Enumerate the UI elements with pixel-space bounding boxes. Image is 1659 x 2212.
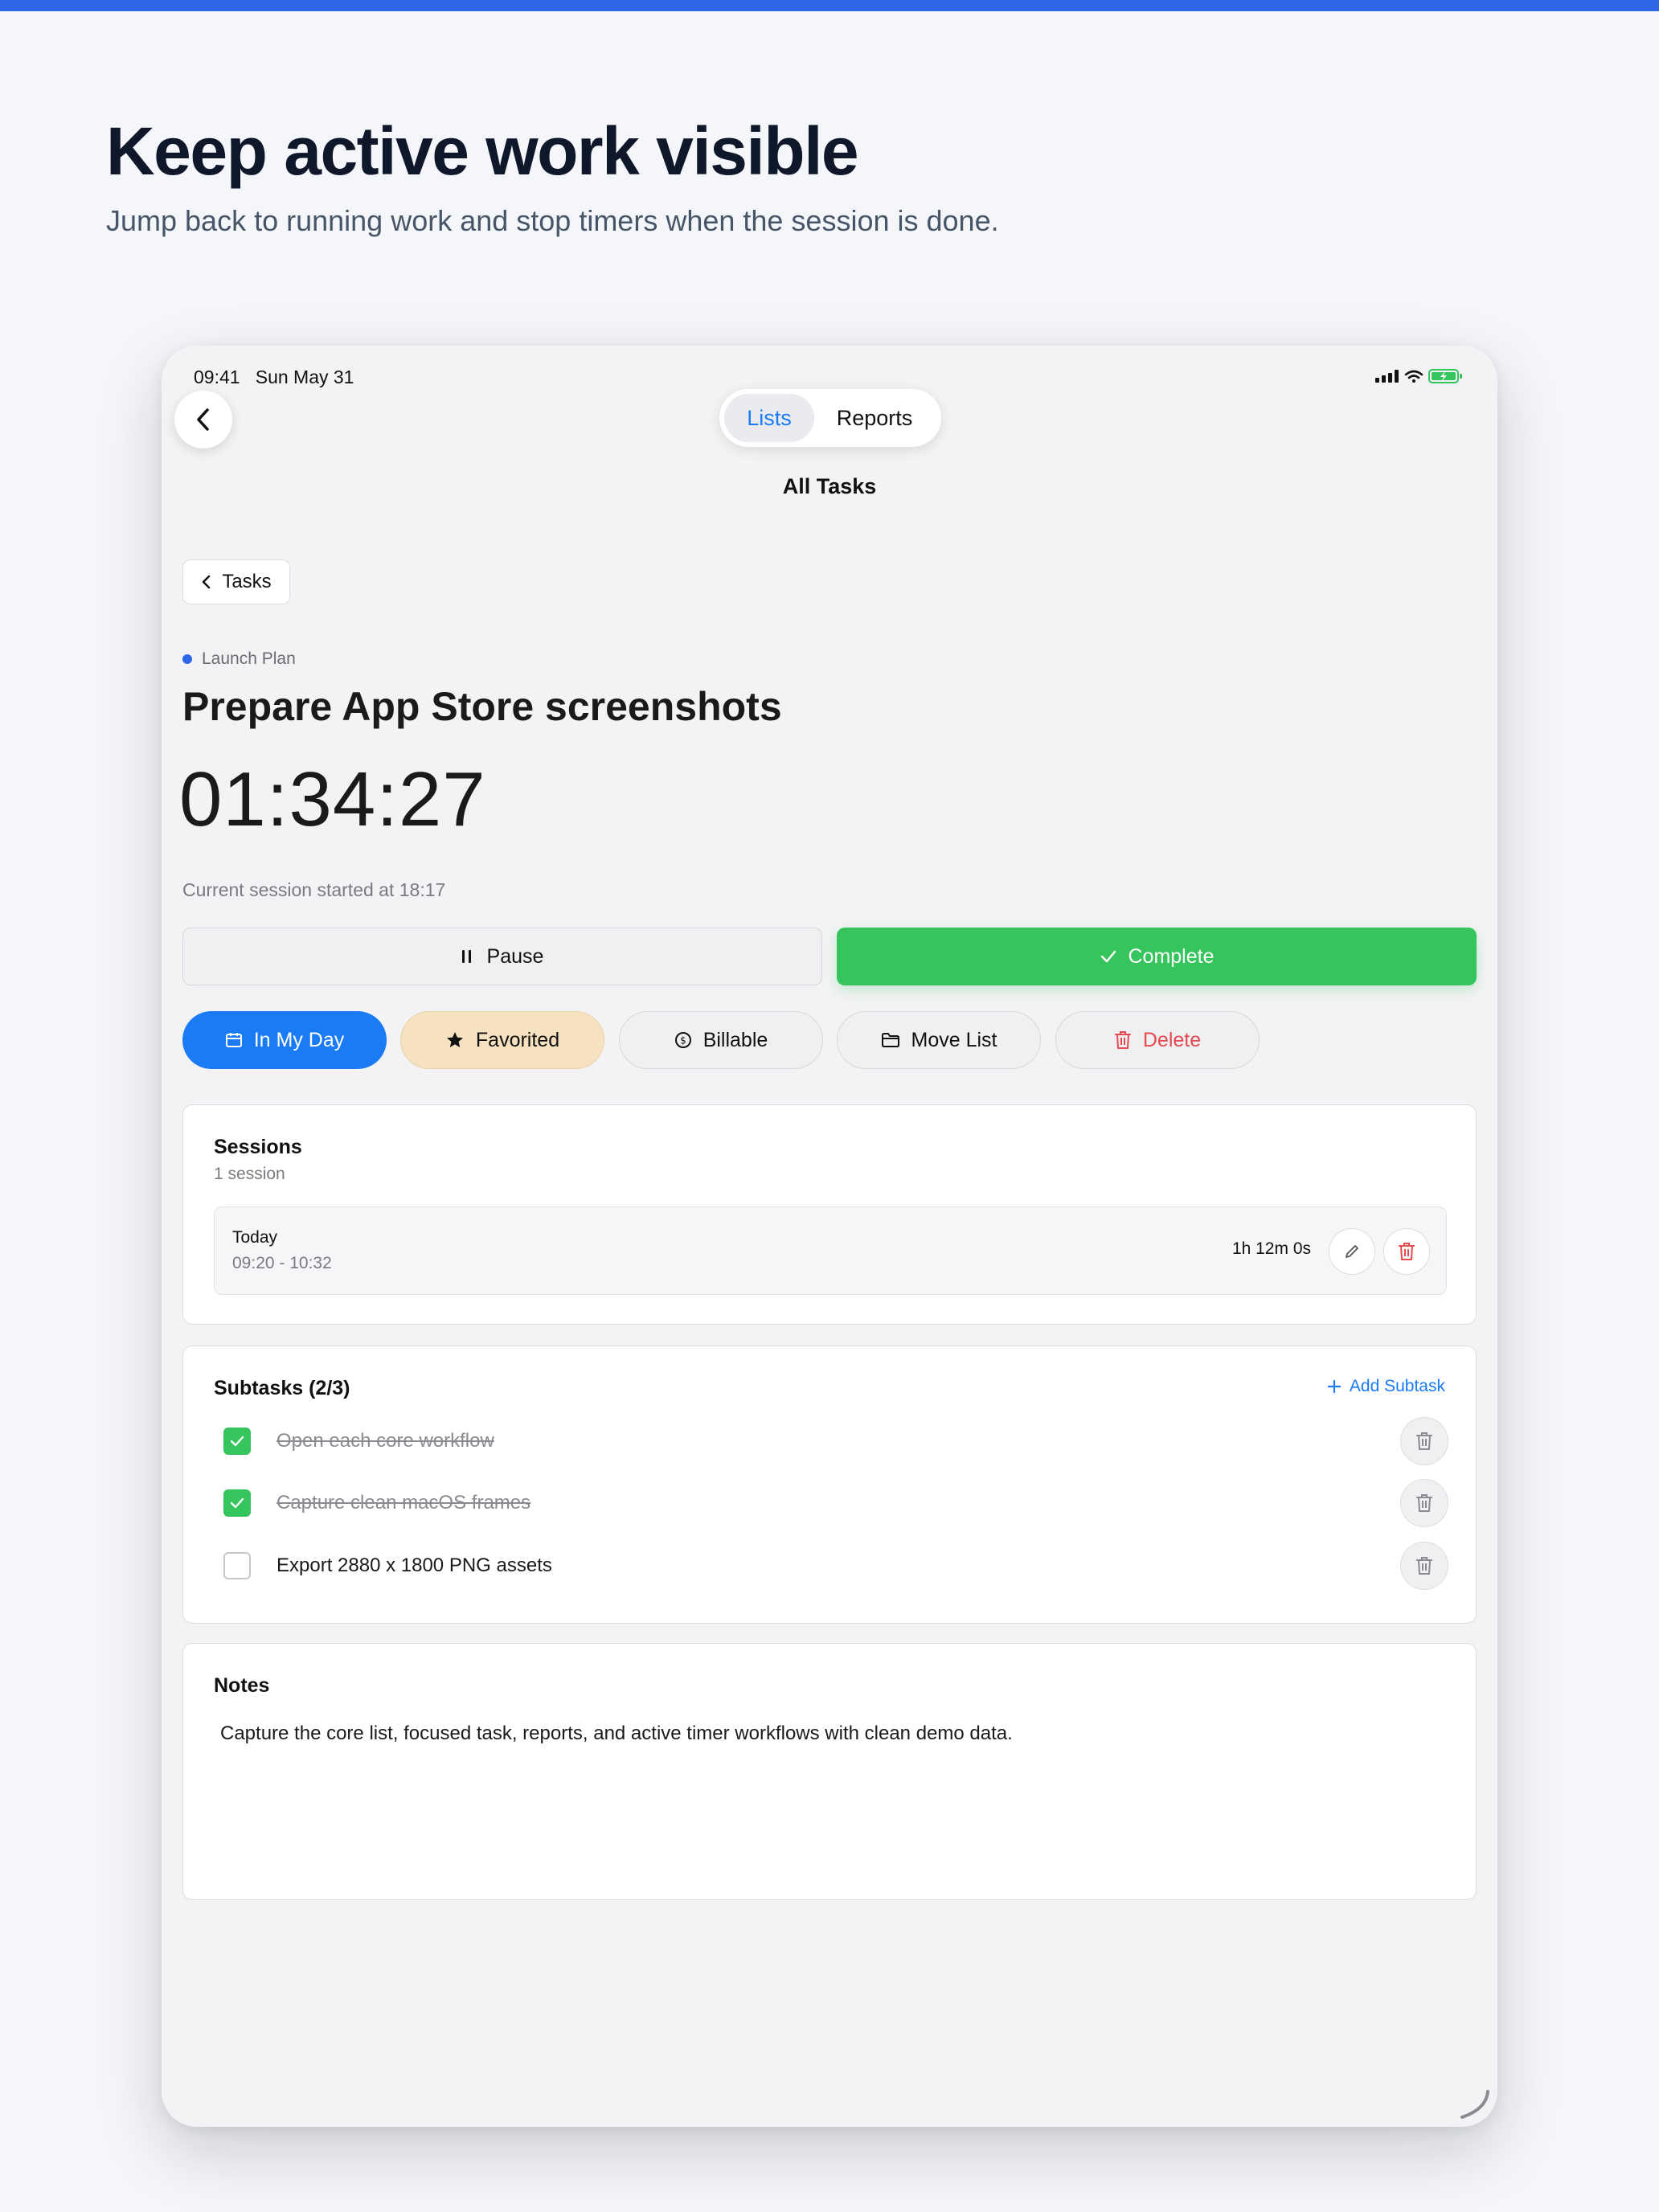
session-range: 09:20 - 10:32 <box>232 1254 332 1272</box>
checkmark-icon <box>230 1436 244 1447</box>
billable-label: Billable <box>703 1028 768 1051</box>
wifi-icon <box>1404 370 1423 383</box>
subtask-checkbox[interactable] <box>223 1552 251 1579</box>
trash-icon <box>1416 1432 1432 1450</box>
resize-handle-icon[interactable] <box>1456 2085 1491 2120</box>
favorited-label: Favorited <box>475 1028 560 1051</box>
status-date: Sun May 31 <box>255 367 354 387</box>
svg-text:$: $ <box>680 1035 686 1047</box>
pause-button[interactable]: Pause <box>182 928 822 985</box>
breadcrumb-tasks-button[interactable]: Tasks <box>182 559 290 604</box>
top-accent-stripe <box>0 0 1659 11</box>
in-my-day-button[interactable]: In My Day <box>182 1011 387 1069</box>
pause-icon <box>461 950 471 963</box>
add-subtask-label: Add Subtask <box>1349 1377 1445 1395</box>
chevron-left-icon <box>197 408 209 431</box>
in-my-day-label: In My Day <box>253 1028 345 1051</box>
delete-subtask-button[interactable] <box>1400 1479 1448 1527</box>
plus-icon <box>1327 1379 1342 1394</box>
status-time: 09:41 Sun May 31 <box>194 367 354 388</box>
complete-button[interactable]: Complete <box>837 928 1477 985</box>
star-icon <box>446 1032 463 1047</box>
subtask-text: Export 2880 x 1800 PNG assets <box>276 1555 552 1576</box>
breadcrumb-label: Tasks <box>222 571 272 592</box>
nav-title: All Tasks <box>782 474 877 498</box>
tab-lists[interactable]: Lists <box>724 394 814 442</box>
subtask-checkbox[interactable] <box>223 1489 251 1517</box>
delete-subtask-button[interactable] <box>1400 1542 1448 1590</box>
subtask-row: Open each core workflow <box>223 1417 1448 1465</box>
pause-label: Pause <box>486 944 544 968</box>
pencil-icon <box>1346 1245 1358 1258</box>
status-icons <box>1375 368 1464 384</box>
complete-label: Complete <box>1128 944 1215 968</box>
folder-icon <box>881 1033 899 1047</box>
notes-card: Notes Capture the core list, focused tas… <box>182 1643 1477 1900</box>
checkmark-icon <box>230 1497 244 1509</box>
move-list-button[interactable]: Move List <box>837 1011 1041 1069</box>
status-clock: 09:41 <box>194 367 240 387</box>
task-title: Prepare App Store screenshots <box>182 684 782 729</box>
move-list-label: Move List <box>911 1028 997 1051</box>
session-row[interactable]: Today 09:20 - 10:32 1h 12m 0s <box>214 1206 1447 1295</box>
view-switcher: Lists Reports <box>719 389 941 447</box>
trash-icon <box>1416 1494 1432 1512</box>
subtask-row: Export 2880 x 1800 PNG assets <box>223 1542 1448 1590</box>
list-tag: Launch Plan <box>182 649 296 669</box>
sessions-card: Sessions 1 session Today 09:20 - 10:32 1… <box>182 1104 1477 1325</box>
subtask-row: Capture clean macOS frames <box>223 1479 1448 1527</box>
delete-button[interactable]: Delete <box>1055 1011 1260 1069</box>
delete-session-button[interactable] <box>1383 1228 1430 1275</box>
device-window: 09:41 Sun May 31 Lists Reports All Tasks… <box>162 346 1497 2127</box>
session-start-text: Current session started at 18:17 <box>182 879 446 900</box>
timer-display: 01:34:27 <box>179 756 486 842</box>
add-subtask-button[interactable]: Add Subtask <box>1327 1377 1445 1396</box>
notes-textarea[interactable]: Capture the core list, focused task, rep… <box>220 1722 1013 1745</box>
signal-icon <box>1375 370 1399 383</box>
status-bar: 09:41 Sun May 31 <box>194 357 1464 389</box>
billable-button[interactable]: $ Billable <box>619 1011 823 1069</box>
hero-title: Keep active work visible <box>106 113 859 189</box>
sessions-title: Sessions <box>214 1136 302 1158</box>
list-name: Launch Plan <box>202 649 296 668</box>
trash-icon <box>1416 1557 1432 1575</box>
subtask-text: Open each core workflow <box>276 1430 494 1452</box>
delete-label: Delete <box>1142 1028 1202 1051</box>
battery-charging-icon <box>1428 369 1462 383</box>
session-day: Today <box>232 1228 278 1247</box>
subtask-text: Capture clean macOS frames <box>276 1492 531 1514</box>
subtasks-title: Subtasks (2/3) <box>214 1377 350 1399</box>
dollar-circle-icon: $ <box>674 1032 691 1048</box>
notes-title: Notes <box>214 1674 270 1697</box>
trash-icon <box>1114 1031 1131 1049</box>
delete-subtask-button[interactable] <box>1400 1417 1448 1465</box>
favorited-button[interactable]: Favorited <box>400 1011 604 1069</box>
hero-subtitle: Jump back to running work and stop timer… <box>106 204 999 237</box>
sessions-count: 1 session <box>214 1165 285 1183</box>
subtasks-card: Subtasks (2/3) Add Subtask Open each cor… <box>182 1346 1477 1624</box>
trash-icon <box>1399 1243 1415 1260</box>
session-duration: 1h 12m 0s <box>1231 1239 1311 1258</box>
back-button[interactable] <box>174 391 232 449</box>
checkmark-icon <box>1100 950 1116 963</box>
calendar-icon <box>225 1033 242 1047</box>
subtask-checkbox[interactable] <box>223 1428 251 1455</box>
tab-reports[interactable]: Reports <box>814 394 935 442</box>
edit-session-button[interactable] <box>1329 1228 1375 1275</box>
list-color-dot <box>182 654 192 664</box>
chevron-left-icon <box>203 575 211 589</box>
